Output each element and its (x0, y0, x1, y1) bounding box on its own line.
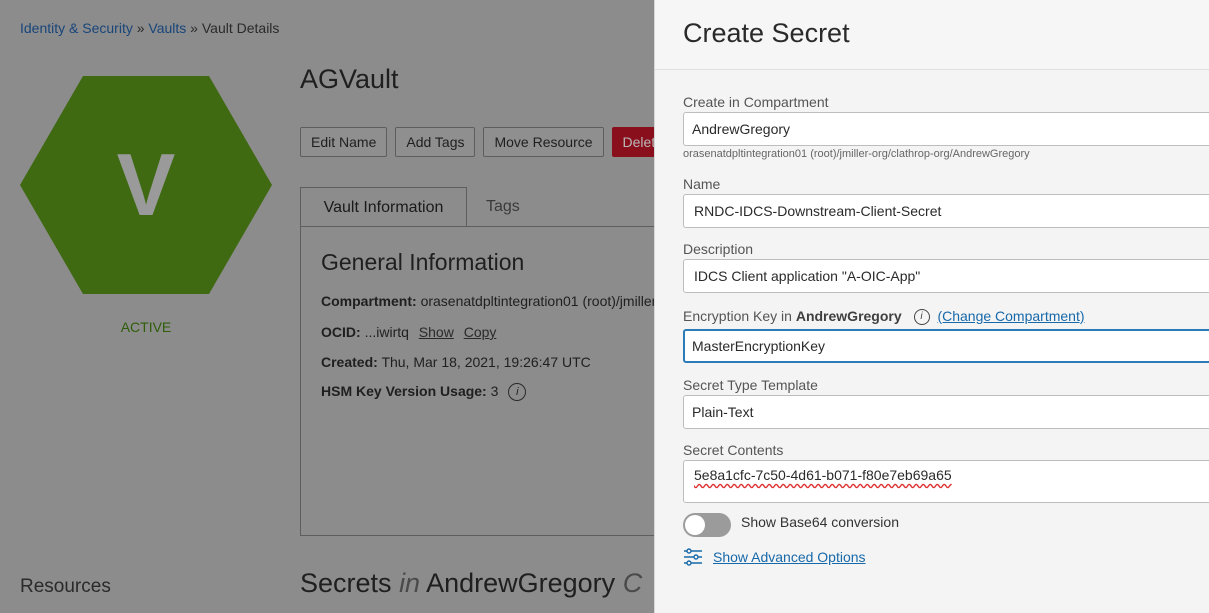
base64-toggle[interactable] (683, 513, 731, 537)
secret-contents-field-label: Secret Contents (683, 442, 784, 458)
show-advanced-options-link[interactable]: Show Advanced Options (713, 549, 866, 565)
ocid-show-link[interactable]: Show (419, 324, 454, 340)
created-row: Created: Thu, Mar 18, 2021, 19:26:47 UTC (321, 354, 591, 370)
ocid-row: OCID: ...iwirtq Show Copy (321, 324, 496, 340)
change-compartment-link[interactable]: (Change Compartment) (937, 308, 1084, 324)
breadcrumb-vault-details: Vault Details (201, 20, 280, 36)
show-advanced-options[interactable]: Show Advanced Options (683, 548, 866, 566)
info-icon[interactable]: i (913, 309, 930, 326)
name-input[interactable]: RNDC-IDCS-Downstream-Client-Secret (683, 194, 1209, 228)
base64-toggle-label: Show Base64 conversion (741, 514, 899, 530)
ocid-value: ...iwirtq (364, 324, 409, 340)
breadcrumb-separator: » (190, 20, 198, 36)
compartment-value: orasenatdpltintegration01 (root)/jmiller (420, 293, 654, 309)
secrets-heading: Secrets in AndrewGregory C (300, 568, 642, 599)
secrets-heading-compartment: AndrewGregory (426, 568, 616, 598)
secrets-heading-prefix: Secrets (300, 568, 392, 598)
toggle-knob (685, 515, 705, 535)
secret-type-select[interactable]: Plain-Text (683, 395, 1209, 429)
sliders-icon (684, 548, 702, 566)
info-icon[interactable]: i (508, 383, 527, 402)
create-secret-drawer: Create Secret Create in Compartment Andr… (654, 0, 1209, 613)
delete-button[interactable]: Delet (611, 127, 654, 157)
secret-type-field-label: Secret Type Template (683, 377, 818, 393)
ocid-label: OCID: (321, 324, 361, 340)
secret-contents-value: 5e8a1cfc-7c50-4d61-b071-f80e7eb69a65 (694, 467, 952, 483)
page-title: AGVault (300, 64, 399, 94)
encryption-key-field-label: Encryption Key in AndrewGregory i (Chang… (683, 308, 1085, 326)
tab-vault-information[interactable]: Vault Information (300, 187, 467, 227)
general-information-title: General Information (321, 249, 525, 275)
secrets-heading-suffix: C (622, 568, 643, 598)
add-tags-button[interactable]: Add Tags (395, 127, 476, 157)
hsm-usage-label: HSM Key Version Usage: (321, 383, 487, 399)
breadcrumb-identity-security[interactable]: Identity & Security (20, 20, 133, 36)
encryption-key-select[interactable]: MasterEncryptionKey (683, 329, 1209, 363)
status-badge: ACTIVE (120, 319, 172, 335)
vault-hexagon-icon: V (20, 76, 272, 294)
vault-information-panel: General Information Compartment: orasena… (300, 226, 654, 536)
secret-contents-textarea[interactable]: 5e8a1cfc-7c50-4d61-b071-f80e7eb69a65 (683, 460, 1209, 503)
vault-details-page: Identity & Security » Vaults » Vault Det… (0, 0, 654, 613)
hsm-usage-row: HSM Key Version Usage: 3 i (321, 383, 527, 402)
vault-initial: V (116, 135, 176, 234)
description-field-label: Description (683, 241, 754, 257)
compartment-select[interactable]: AndrewGregory (683, 112, 1209, 146)
hsm-usage-value: 3 (490, 383, 499, 399)
compartment-row: Compartment: orasenatdpltintegration01 (… (321, 293, 654, 309)
resources-heading: Resources (20, 576, 111, 597)
breadcrumb-vaults[interactable]: Vaults (148, 20, 186, 36)
compartment-path-helper: orasenatdpltintegration01 (root)/jmiller… (683, 148, 1030, 160)
ocid-copy-link[interactable]: Copy (464, 324, 497, 340)
description-input[interactable]: IDCS Client application "A-OIC-App" (683, 259, 1209, 293)
encryption-key-label-prefix: Encryption Key in (683, 308, 792, 324)
move-resource-button[interactable]: Move Resource (483, 127, 604, 157)
compartment-label: Compartment: (321, 293, 417, 309)
breadcrumb: Identity & Security » Vaults » Vault Det… (20, 20, 279, 36)
encryption-key-label-compartment: AndrewGregory (795, 308, 902, 324)
edit-name-button[interactable]: Edit Name (300, 127, 388, 157)
created-value: Thu, Mar 18, 2021, 19:26:47 UTC (381, 354, 591, 370)
created-label: Created: (321, 354, 378, 370)
tabs: Vault Information Tags (300, 187, 654, 227)
breadcrumb-separator: » (136, 20, 145, 36)
drawer-title: Create Secret (683, 18, 850, 48)
tab-tags[interactable]: Tags (486, 187, 520, 226)
compartment-field-label: Create in Compartment (683, 94, 829, 110)
action-bar: Edit Name Add Tags Move Resource Delet (300, 127, 654, 157)
name-field-label: Name (683, 176, 721, 192)
drawer-header: Create Secret (655, 0, 1209, 70)
secrets-heading-in: in (399, 568, 421, 598)
